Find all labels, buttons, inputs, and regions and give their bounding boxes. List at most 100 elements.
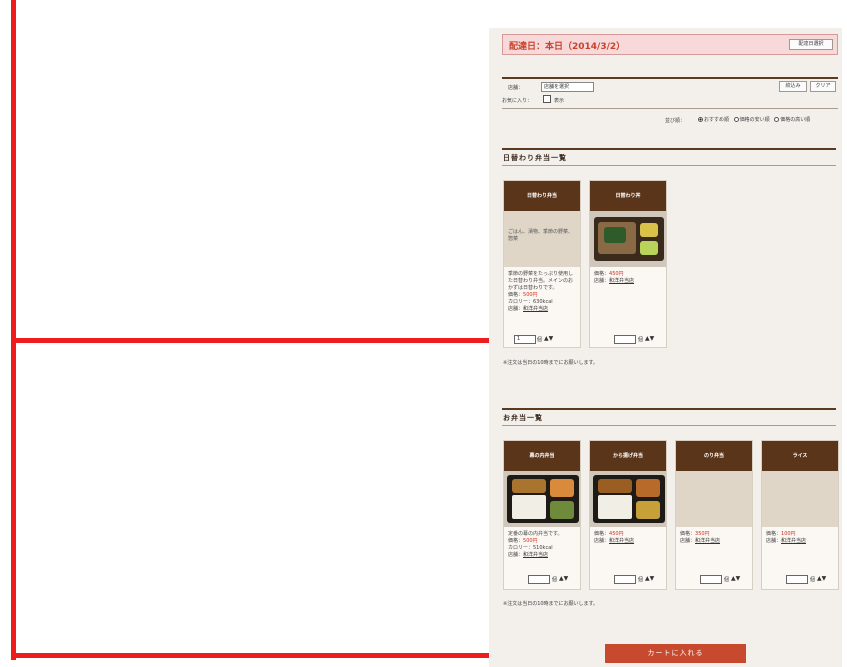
price-label: 価格： [766, 531, 782, 537]
card-store-link[interactable]: 和洋弁当店 [609, 538, 634, 544]
quantity-unit: 個 [810, 577, 816, 583]
quantity-stepper-icon[interactable]: ▲▼ [645, 335, 654, 342]
filter-top-rule [502, 77, 838, 79]
card-price: 450円 [609, 271, 624, 277]
annotation-arrow-to-quantity [11, 338, 495, 343]
sort-label: 並び順： [665, 118, 686, 124]
card-store-row: 店舗：和洋弁当店 [508, 552, 576, 559]
sort-radio-price-high[interactable] [774, 117, 780, 122]
card-price-row: 価格：100円 [766, 531, 834, 538]
card-price-row: 価格：500円 [508, 292, 576, 299]
daily-section-bottom-rule [502, 165, 836, 166]
store-row-label: 店舗： [680, 538, 696, 544]
sort-options: おすすめ順 価格の安い順 価格の高い順 [695, 116, 810, 123]
card-price-row: 価格：450円 [594, 531, 662, 538]
card-photo [504, 471, 580, 527]
card-title: から揚げ弁当 [590, 441, 666, 471]
card-details: 価格：450円 店舗：和洋弁当店 [594, 271, 662, 285]
quantity-input[interactable] [528, 575, 550, 584]
card-image-placeholder [676, 471, 752, 527]
bento-card-1: 幕の内弁当 定番の幕の内弁当です。 価格：500円 カロリー：510kcal 店… [503, 440, 581, 590]
bento-card-3: のり弁当 価格：350円 店舗：和洋弁当店 個 ▲▼ [675, 440, 753, 590]
delivery-date-bar: 配達日：本日（2014/3/2） 配達日選択 [502, 34, 838, 55]
store-label: 店舗： [508, 85, 524, 91]
price-label: 価格： [508, 292, 524, 298]
annotation-arrow-vertical [11, 0, 16, 660]
quantity-input[interactable] [700, 575, 722, 584]
favorite-check-label: 表示 [554, 98, 565, 104]
card-store-link[interactable]: 和洋弁当店 [781, 538, 806, 544]
card-price: 100円 [781, 531, 796, 537]
quantity-unit: 個 [724, 577, 730, 583]
donburi-photo [594, 217, 664, 261]
card-store-row: 店舗：和洋弁当店 [766, 538, 834, 545]
sort-radio-price-low[interactable] [733, 117, 739, 122]
clear-button[interactable]: クリア [810, 81, 836, 92]
bento-note: ※注文は当日の10時までにお願いします。 [503, 601, 599, 607]
price-label: 価格： [594, 271, 610, 277]
card-details: 価格：450円 店舗：和洋弁当店 [594, 531, 662, 545]
card-details: 季節の野菜をたっぷり使用した日替わり弁当。メインのおかずは日替わりです。 価格：… [508, 271, 576, 313]
bento-card-2: から揚げ弁当 価格：450円 店舗：和洋弁当店 個 ▲▼ [589, 440, 667, 590]
bento-section-bottom-rule [502, 425, 836, 426]
card-description: 季節の野菜をたっぷり使用した日替わり弁当。メインのおかずは日替わりです。 [508, 271, 574, 291]
store-row-label: 店舗： [594, 538, 610, 544]
card-image-placeholder: ごはん、漬物、季節の野菜、惣菜 [504, 211, 580, 267]
card-store-row: 店舗：和洋弁当店 [594, 278, 662, 285]
price-label: 価格： [594, 531, 610, 537]
daily-card-1: 日替わり弁当 ごはん、漬物、季節の野菜、惣菜 季節の野菜をたっぷり使用した日替わ… [503, 180, 581, 348]
card-store-row: 店舗：和洋弁当店 [680, 538, 748, 545]
card-store-link[interactable]: 和洋弁当店 [523, 306, 548, 312]
quantity-input[interactable] [614, 335, 636, 344]
bento-section-title: お弁当一覧 [503, 414, 543, 422]
card-calorie: カロリー：510kcal [508, 545, 553, 551]
quantity-input[interactable] [614, 575, 636, 584]
quantity-stepper-icon[interactable]: ▲▼ [645, 575, 654, 582]
card-details: 価格：100円 店舗：和洋弁当店 [766, 531, 834, 545]
favorite-checkbox[interactable] [543, 95, 551, 103]
search-button[interactable]: 絞込み [779, 81, 807, 92]
bento-section-top-rule [502, 408, 836, 410]
daily-card-2: 日替わり丼 価格：450円 店舗：和洋弁当店 個 ▲▼ [589, 180, 667, 348]
quantity-stepper-icon[interactable]: ▲▼ [731, 575, 740, 582]
card-store-link[interactable]: 和洋弁当店 [695, 538, 720, 544]
quantity-stepper-icon[interactable]: ▲▼ [559, 575, 568, 582]
card-title: 日替わり弁当 [504, 181, 580, 211]
daily-section-title: 日替わり弁当一覧 [503, 154, 567, 162]
card-price-row: 価格：500円 [508, 538, 576, 545]
card-store-row: 店舗：和洋弁当店 [508, 306, 576, 313]
favorite-label: お気に入り： [502, 98, 533, 104]
card-price-row: 価格：350円 [680, 531, 748, 538]
card-title: ライス [762, 441, 838, 471]
delivery-date-label: 配達日：本日（2014/3/2） [509, 42, 626, 52]
card-store-row: 店舗：和洋弁当店 [594, 538, 662, 545]
add-to-cart-button[interactable]: カートに入れる [605, 644, 746, 663]
quantity-input[interactable]: 1 [514, 335, 536, 344]
card-image-text: ごはん、漬物、季節の野菜、惣菜 [508, 229, 574, 242]
sort-radio-recommended[interactable] [698, 117, 703, 122]
quantity-unit: 個 [537, 337, 543, 343]
card-price: 450円 [609, 531, 624, 537]
sort-option-price-low: 価格の安い順 [739, 117, 770, 123]
filter-divider [502, 108, 838, 109]
card-details: 定番の幕の内弁当です。 価格：500円 カロリー：510kcal 店舗：和洋弁当… [508, 531, 576, 559]
card-store-link[interactable]: 和洋弁当店 [609, 278, 634, 284]
quantity-stepper-icon[interactable]: ▲▼ [817, 575, 826, 582]
card-image-placeholder [762, 471, 838, 527]
change-date-button[interactable]: 配達日選択 [789, 39, 833, 50]
quantity-unit: 個 [552, 577, 558, 583]
bento-card-4: ライス 価格：100円 店舗：和洋弁当店 個 ▲▼ [761, 440, 839, 590]
card-title: 幕の内弁当 [504, 441, 580, 471]
quantity-stepper-icon[interactable]: ▲▼ [544, 335, 553, 342]
quantity-input[interactable] [786, 575, 808, 584]
card-title: のり弁当 [676, 441, 752, 471]
karaage-photo [593, 475, 665, 523]
card-store-link[interactable]: 和洋弁当店 [523, 552, 548, 558]
store-row-label: 店舗： [594, 278, 610, 284]
store-row-label: 店舗： [508, 552, 524, 558]
card-details: 価格：350円 店舗：和洋弁当店 [680, 531, 748, 545]
sort-option-price-high: 価格の高い順 [780, 117, 811, 123]
store-select[interactable]: 店舗を選択 [541, 82, 594, 92]
card-price: 500円 [523, 292, 538, 298]
card-photo [590, 471, 666, 527]
